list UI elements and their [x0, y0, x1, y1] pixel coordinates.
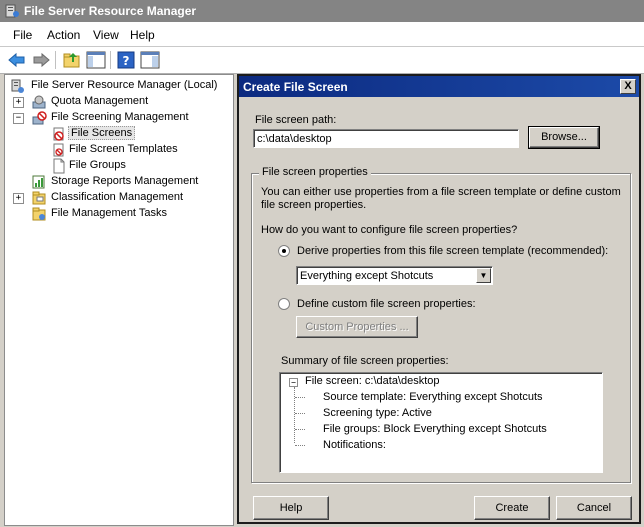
dialog-title: Create File Screen: [243, 80, 348, 94]
path-input[interactable]: c:\data\desktop: [253, 129, 519, 148]
file-group-icon: [53, 158, 65, 174]
file-screen-template-icon: [53, 143, 64, 157]
help-icon[interactable]: ?: [115, 49, 137, 71]
tree-item-label: Storage Reports Management: [51, 175, 199, 187]
window-title: File Server Resource Manager: [24, 4, 197, 18]
summary-line: Notifications:: [323, 439, 386, 451]
derive-radio[interactable]: [278, 245, 290, 257]
tree-item-file-screen-templates[interactable]: File Screen Templates: [49, 142, 229, 158]
help-button[interactable]: Help: [253, 496, 329, 520]
menu-bar: File Action View Help: [0, 22, 644, 47]
expand-icon[interactable]: +: [13, 97, 24, 108]
file-server-icon: [5, 4, 19, 18]
tree-connector: [294, 387, 296, 443]
tree-item-file-screens[interactable]: File Screens: [49, 126, 229, 142]
back-arrow-icon[interactable]: [6, 49, 28, 71]
show-hide-tree-icon[interactable]: [85, 49, 107, 71]
template-select[interactable]: Everything except Shotcuts ▼: [296, 266, 493, 285]
tree-item-label: File Management Tasks: [51, 207, 167, 219]
tree-root[interactable]: File Server Resource Manager (Local): [9, 78, 229, 94]
classification-icon: [32, 191, 46, 205]
close-icon[interactable]: X: [620, 79, 636, 94]
tree-item-file-management-tasks[interactable]: File Management Tasks: [9, 206, 229, 222]
description-line-2: file screen properties.: [261, 199, 367, 211]
collapse-icon[interactable]: −: [13, 113, 24, 124]
tree-root-label: File Server Resource Manager (Local): [31, 79, 218, 91]
custom-radio-label[interactable]: Define custom file screen properties:: [297, 298, 476, 310]
dialog-title-bar: Create File Screen X: [239, 76, 639, 97]
tree-item-file-screening-management[interactable]: − File Screening Management: [9, 110, 229, 126]
group-title: File screen properties: [259, 166, 371, 178]
toolbar-separator: [110, 51, 111, 69]
menu-action[interactable]: Action: [47, 28, 80, 42]
cancel-button[interactable]: Cancel: [556, 496, 632, 520]
file-management-tasks-icon: [32, 207, 46, 221]
create-button[interactable]: Create: [474, 496, 550, 520]
file-screen-icon: [53, 127, 64, 141]
tree-item-label: File Screen Templates: [69, 143, 178, 155]
file-screening-icon: [32, 111, 47, 125]
quota-icon: [32, 95, 46, 109]
tree-item-label: Quota Management: [51, 95, 149, 107]
tree-connector: [295, 413, 305, 414]
toolbar-separator: [55, 51, 56, 69]
menu-view[interactable]: View: [93, 28, 119, 42]
summary-line: File groups: Block Everything except Sho…: [323, 423, 547, 435]
action-pane-icon[interactable]: [139, 49, 161, 71]
tree-item-storage-reports-management[interactable]: Storage Reports Management: [9, 174, 229, 190]
custom-properties-button[interactable]: Custom Properties ...: [296, 316, 418, 338]
console-tree: File Server Resource Manager (Local) + Q…: [4, 74, 234, 526]
summary-line: Screening type: Active: [323, 407, 432, 419]
svg-text:?: ?: [123, 54, 130, 68]
browse-button[interactable]: Browse...: [528, 126, 600, 149]
menu-help[interactable]: Help: [130, 28, 155, 42]
derive-radio-label[interactable]: Derive properties from this file screen …: [297, 245, 608, 257]
server-manager-icon: [11, 79, 24, 93]
main-title-bar: File Server Resource Manager: [0, 0, 644, 22]
tree-item-quota-management[interactable]: + Quota Management: [9, 94, 229, 110]
tree-connector: [295, 445, 305, 446]
tree-item-file-groups[interactable]: File Groups: [49, 158, 229, 174]
storage-reports-icon: [32, 175, 45, 189]
tree-connector: [295, 397, 305, 398]
up-folder-icon[interactable]: [61, 49, 83, 71]
custom-radio[interactable]: [278, 298, 290, 310]
expand-icon[interactable]: +: [13, 193, 24, 204]
tree-item-label: Classification Management: [51, 191, 184, 203]
template-selected-value: Everything except Shotcuts: [300, 270, 434, 282]
description-line-1: You can either use properties from a fil…: [261, 186, 621, 198]
summary-line: Source template: Everything except Shotc…: [323, 391, 543, 403]
summary-tree[interactable]: − File screen: c:\data\desktop Source te…: [279, 372, 603, 473]
tree-item-label: File Screens: [68, 126, 136, 140]
summary-label: Summary of file screen properties:: [281, 355, 449, 367]
path-value: c:\data\desktop: [257, 133, 332, 145]
forward-arrow-icon[interactable]: [30, 49, 52, 71]
menu-file[interactable]: File: [13, 28, 32, 42]
tree-connector: [295, 429, 305, 430]
tree-item-label: File Groups: [69, 159, 126, 171]
config-question: How do you want to configure file screen…: [261, 224, 518, 236]
path-label: File screen path:: [255, 114, 337, 126]
summary-root: File screen: c:\data\desktop: [305, 375, 440, 387]
toolbar: ?: [0, 47, 644, 74]
collapse-icon[interactable]: −: [289, 378, 298, 387]
tree-item-label: File Screening Management: [51, 111, 189, 123]
chevron-down-icon[interactable]: ▼: [476, 268, 491, 283]
create-file-screen-dialog: Create File Screen X File screen path: c…: [237, 74, 641, 524]
tree-item-classification-management[interactable]: + Classification Management: [9, 190, 229, 206]
